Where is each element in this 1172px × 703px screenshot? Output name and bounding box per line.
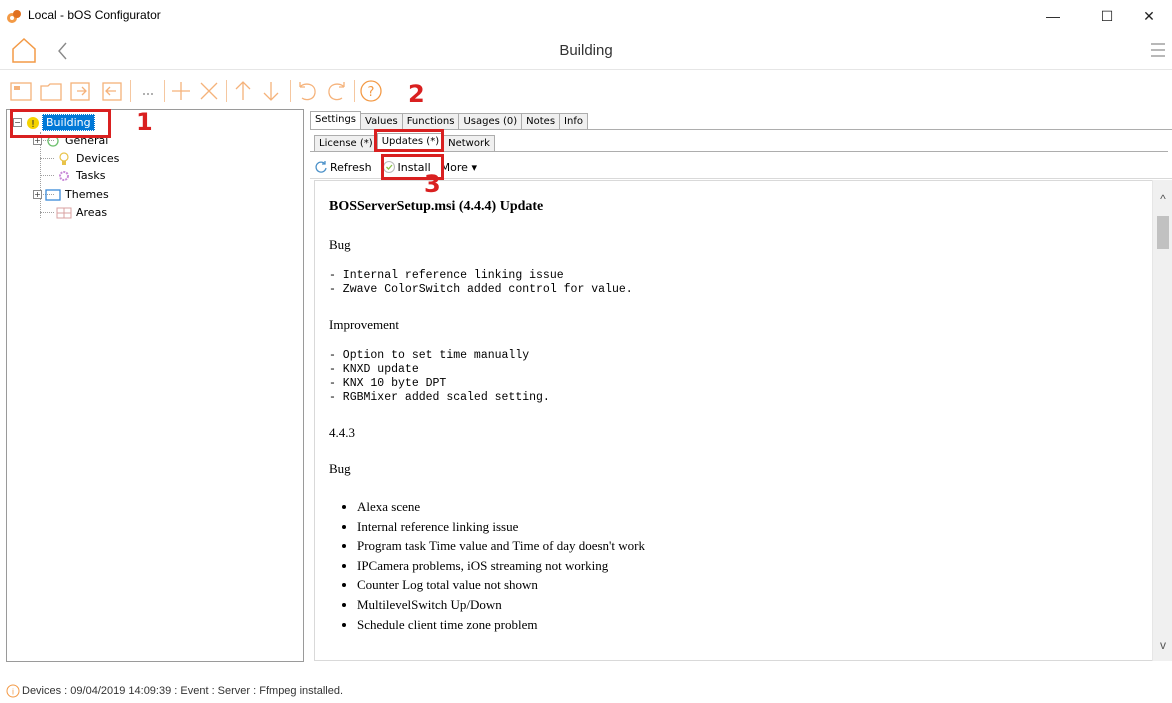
refresh-icon: [315, 161, 327, 173]
annotation-box-building: [10, 109, 111, 138]
status-bar: i Devices : 09/04/2019 14:09:39 : Event …: [0, 680, 1172, 703]
tree-label-areas: Areas: [76, 206, 108, 219]
section-label: Bug: [329, 237, 351, 252]
scroll-up-icon[interactable]: ^: [1153, 192, 1172, 206]
status-message: Devices : 09/04/2019 14:09:39 : Event : …: [22, 685, 344, 697]
release-heading: BOSServerSetup.msi (4.4.4) Update: [329, 199, 544, 214]
tab-network[interactable]: Network: [443, 135, 495, 152]
export-icon[interactable]: [98, 78, 124, 104]
refresh-button[interactable]: Refresh: [314, 160, 372, 174]
delete-icon[interactable]: [196, 78, 222, 104]
tree-label-tasks: Tasks: [76, 169, 106, 182]
refresh-label: Refresh: [330, 160, 372, 174]
help-icon[interactable]: ?: [358, 78, 384, 104]
more-dropdown[interactable]: More ▾: [441, 161, 477, 174]
app-header: Building: [0, 32, 1172, 70]
annotation-number-1: 1: [136, 108, 153, 136]
svg-text:i: i: [12, 688, 14, 697]
tree-item-devices[interactable]: Devices: [55, 150, 122, 167]
more-options-icon[interactable]: [136, 78, 162, 104]
tasks-gear-icon: [59, 170, 69, 181]
open-folder-icon[interactable]: [38, 78, 64, 104]
tab-license[interactable]: License (*): [314, 135, 378, 152]
tree-item-tasks[interactable]: Tasks: [55, 167, 108, 184]
lightbulb-icon: [59, 151, 69, 165]
list-item: Counter Log total value not shown: [357, 575, 1138, 595]
toolbar-divider: [164, 80, 165, 102]
tab-info[interactable]: Info: [559, 113, 588, 130]
toolbar-divider: [226, 80, 227, 102]
themes-icon: [45, 188, 61, 201]
expand-icon[interactable]: +: [33, 190, 42, 199]
scroll-thumb[interactable]: [1157, 216, 1169, 249]
bug-list: - Internal reference linking issue - Zwa…: [329, 269, 633, 296]
annotation-box-updates: [374, 129, 444, 152]
list-item: Program task Time value and Time of day …: [357, 536, 1138, 556]
redo-icon[interactable]: [324, 78, 350, 104]
annotation-number-2: 2: [408, 80, 425, 108]
release-notes: BOSServerSetup.msi (4.4.4) Update Bug - …: [314, 180, 1152, 661]
section-label: Bug: [329, 461, 351, 476]
tree-label-devices: Devices: [76, 152, 120, 165]
window-title: Local - bOS Configurator: [28, 8, 161, 22]
list-item: Schedule client time zone problem: [357, 615, 1138, 635]
list-item: Internal reference linking issue: [357, 517, 1138, 537]
tab-notes[interactable]: Notes: [521, 113, 561, 130]
section-label: Improvement: [329, 317, 400, 332]
tab-settings[interactable]: Settings: [310, 111, 362, 130]
app-logo-icon: [7, 10, 21, 23]
move-down-icon[interactable]: [258, 78, 284, 104]
title-bar: Local - bOS Configurator — ☐ ✕: [0, 0, 1172, 32]
move-up-icon[interactable]: [230, 78, 256, 104]
tree-label-themes: Themes: [65, 188, 109, 201]
toolbar-divider: [354, 80, 355, 102]
tab-functions[interactable]: Functions: [401, 113, 460, 130]
toolbar: ?: [0, 74, 1172, 108]
info-icon: i: [6, 684, 20, 698]
areas-grid-icon: [56, 207, 72, 218]
page-title: Building: [559, 42, 613, 59]
maximize-button[interactable]: ☐: [1084, 0, 1130, 32]
bug-bullets: Alexa scene Internal reference linking i…: [329, 497, 1138, 634]
add-icon[interactable]: [168, 78, 194, 104]
svg-text:?: ?: [368, 85, 375, 100]
tab-usages[interactable]: Usages (0): [458, 113, 523, 130]
toolbar-divider: [290, 80, 291, 102]
tree-panel: − ! Building + General Devices Tasks + T…: [6, 109, 304, 662]
scroll-down-icon[interactable]: v: [1153, 638, 1172, 652]
minimize-button[interactable]: —: [1030, 0, 1076, 32]
tree-item-areas[interactable]: Areas: [55, 204, 110, 221]
tree-connector: [40, 158, 54, 159]
annotation-number-3: 3: [424, 170, 441, 198]
list-item: Alexa scene: [357, 497, 1138, 517]
main-tabs: Settings Values Functions Usages (0) Not…: [310, 111, 588, 130]
list-item: IPCamera problems, iOS streaming not wor…: [357, 556, 1138, 576]
import-icon[interactable]: [68, 78, 94, 104]
hamburger-menu-icon[interactable]: [1150, 42, 1166, 58]
tree-item-themes[interactable]: + Themes: [33, 186, 112, 203]
tree-connector: [40, 175, 54, 176]
version-label: 4.4.3: [329, 425, 355, 440]
list-item: MultilevelSwitch Up/Down: [357, 595, 1138, 615]
tree-connector: [40, 212, 54, 213]
improvement-list: - Option to set time manually - KNXD upd…: [329, 349, 550, 404]
tab-values[interactable]: Values: [360, 113, 403, 130]
undo-icon[interactable]: [294, 78, 320, 104]
close-button[interactable]: ✕: [1126, 0, 1172, 32]
new-icon[interactable]: [8, 78, 34, 104]
toolbar-divider: [130, 80, 131, 102]
vertical-scrollbar[interactable]: ^ v: [1152, 180, 1172, 661]
